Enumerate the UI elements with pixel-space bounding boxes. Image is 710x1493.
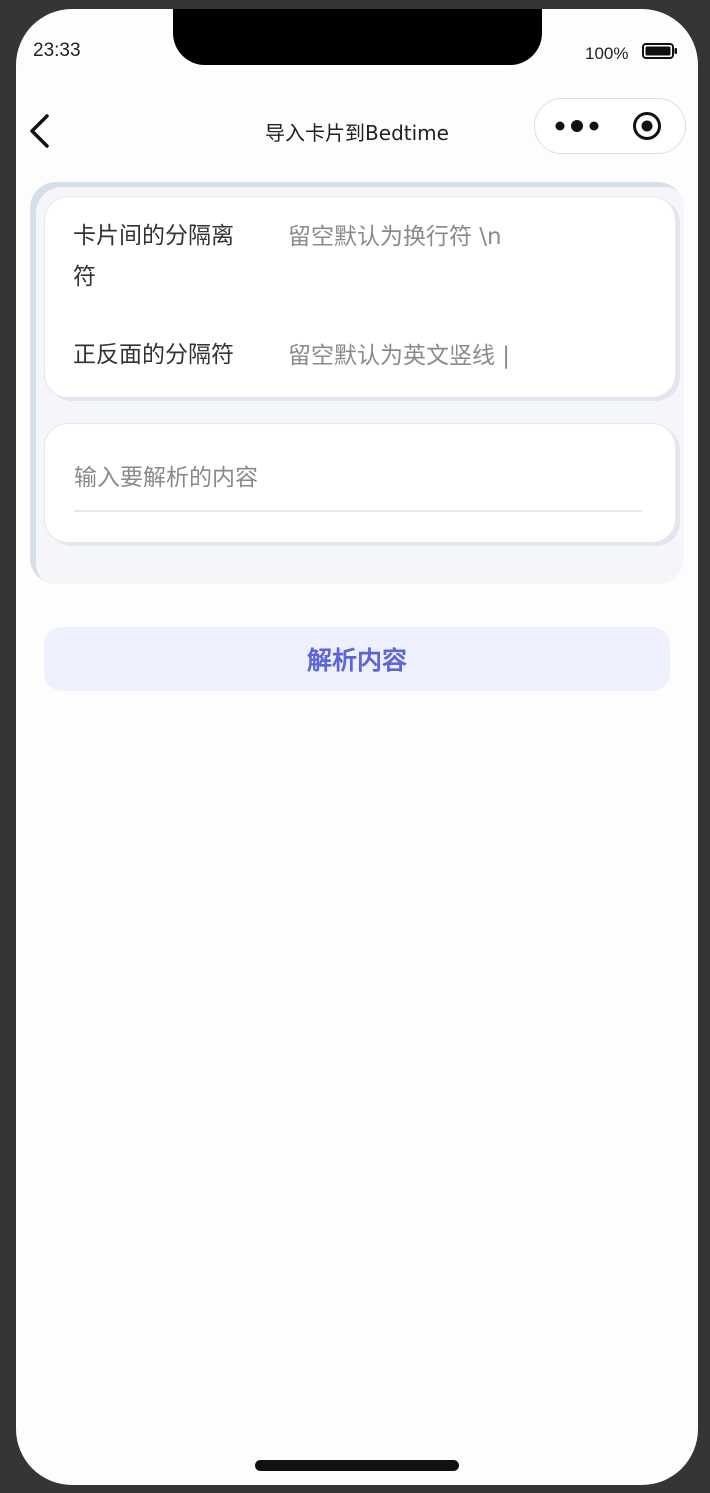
device-notch [173,9,542,65]
parse-content-button[interactable]: 解析内容 [44,627,670,691]
card-separator-label: 卡片间的分隔离符 [73,223,234,290]
target-circle-icon[interactable] [632,111,662,141]
battery-percentage: 100% [585,44,629,63]
content-input-card [44,423,676,543]
face-separator-input[interactable] [288,336,648,376]
face-separator-label: 正反面的分隔符 [73,342,234,368]
mini-program-capsule [534,98,686,154]
more-dots-icon[interactable] [555,119,599,133]
home-indicator[interactable] [255,1460,459,1471]
capsule-divider [610,113,611,139]
input-underline [74,510,642,512]
status-time: 23:33 [33,40,81,61]
battery-icon [642,43,677,59]
phone-screen: 23:33 100% 导入卡片到Bedtime 卡片间的分隔离符 正反面的分隔符… [16,9,698,1485]
separator-settings-card: 卡片间的分隔离符 正反面的分隔符 [44,196,676,398]
content-input[interactable] [74,458,642,498]
card-separator-input[interactable] [288,217,648,257]
